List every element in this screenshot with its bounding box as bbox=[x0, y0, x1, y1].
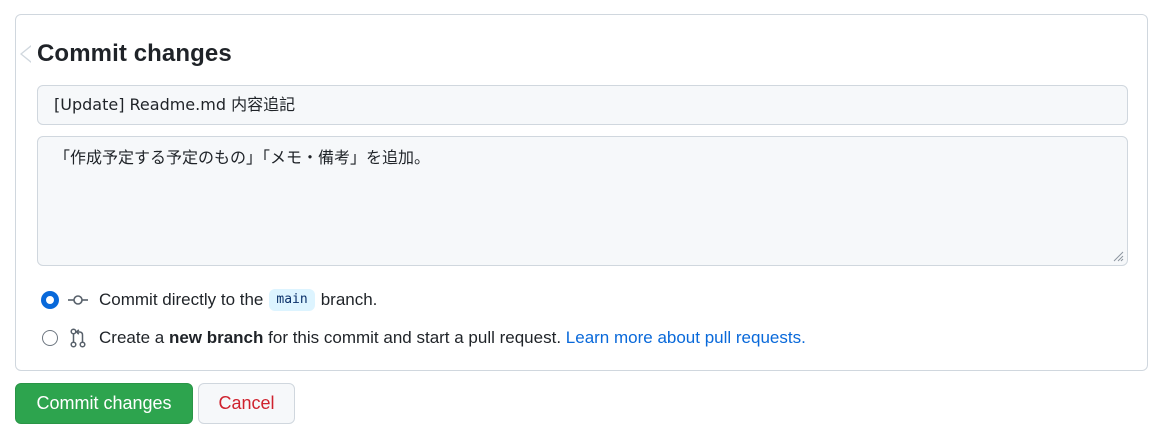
commit-summary-input[interactable]: [Update] Readme.md 内容追記 bbox=[37, 85, 1128, 125]
new-branch-radio[interactable] bbox=[42, 330, 58, 346]
panel-pointer-fill bbox=[22, 46, 32, 62]
new-branch-emphasis: new branch bbox=[168, 328, 264, 347]
resize-handle-icon[interactable] bbox=[1112, 250, 1124, 262]
commit-changes-button[interactable]: Commit changes bbox=[15, 383, 193, 424]
commit-direct-prefix: Commit directly to the bbox=[99, 290, 264, 309]
new-branch-option[interactable]: Create a new branch for this commit and … bbox=[42, 326, 806, 350]
commit-direct-option[interactable]: Commit directly to the main branch. bbox=[42, 288, 377, 312]
git-commit-icon bbox=[67, 291, 89, 309]
new-branch-description: for this commit and start a pull request… bbox=[268, 328, 562, 347]
cancel-button[interactable]: Cancel bbox=[198, 383, 295, 424]
branch-name-badge: main bbox=[269, 289, 315, 311]
commit-dialog: Commit changes [Update] Readme.md 内容追記 「… bbox=[0, 0, 1172, 442]
commit-description-text: 「作成予定する予定のもの」「メモ・備考」を追加。 bbox=[54, 148, 431, 167]
commit-description-textarea[interactable]: 「作成予定する予定のもの」「メモ・備考」を追加。 bbox=[37, 136, 1128, 266]
commit-direct-radio[interactable] bbox=[42, 292, 58, 308]
commit-panel: Commit changes [Update] Readme.md 内容追記 「… bbox=[15, 14, 1148, 371]
new-branch-prefix: Create a bbox=[99, 328, 165, 347]
commit-direct-suffix: branch. bbox=[320, 290, 378, 309]
commit-title: Commit changes bbox=[37, 40, 232, 67]
git-pull-request-icon bbox=[67, 328, 89, 348]
learn-more-link[interactable]: Learn more about pull requests. bbox=[566, 328, 806, 348]
